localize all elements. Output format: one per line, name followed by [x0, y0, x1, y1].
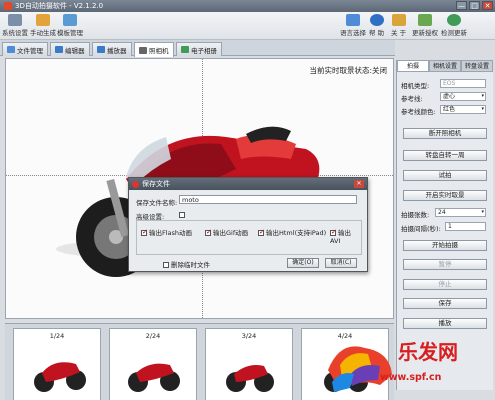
watermark-logo-icon: [328, 346, 392, 392]
tab-camera-settings[interactable]: 相机设置: [429, 60, 461, 72]
shots-count-label: 拍摄张数:: [401, 211, 430, 219]
advanced-settings-checkbox[interactable]: [179, 212, 185, 218]
hand-icon: [36, 14, 50, 26]
test-shot-button[interactable]: 试拍: [403, 170, 487, 181]
reference-color-label: 参考线颜色:: [401, 108, 436, 116]
save-file-dialog: 保存文件 ✕ 保存文件名称: moto 高级设置: 输出Flash动画 输出Gi…: [128, 177, 368, 272]
update-icon: [447, 14, 461, 26]
tab-file-manage[interactable]: 文件管理: [2, 42, 48, 56]
disconnect-camera-button[interactable]: 断开照相机: [403, 128, 487, 139]
tab-album[interactable]: 电子相册: [176, 42, 222, 56]
thumbnail-label: 3/24: [241, 332, 257, 340]
window-title: 3D自动拍摄软件 - V2.1.2.0: [15, 2, 104, 10]
option-avi[interactable]: 输出AVI: [330, 227, 361, 245]
template-manage-button[interactable]: 模板管理: [57, 14, 83, 37]
dialog-title: 保存文件: [142, 180, 170, 188]
checkbox-icon: [205, 228, 212, 236]
checkbox-icon: [258, 228, 265, 236]
interval-stepper[interactable]: 1: [445, 222, 486, 231]
checkbox-icon: [330, 228, 337, 236]
system-settings-button[interactable]: 系统设置: [2, 14, 28, 37]
about-icon: [391, 14, 406, 26]
thumbnail-image: [34, 362, 86, 392]
thumbnail-image: [226, 365, 274, 392]
chevron-down-icon: ▾: [481, 106, 484, 112]
gear-icon: [8, 14, 22, 26]
close-button[interactable]: ✕: [482, 1, 493, 10]
player-icon: [97, 46, 105, 53]
cancel-button[interactable]: 取消(C): [325, 258, 357, 268]
play-button[interactable]: 播放: [403, 318, 487, 329]
watermark-text: 乐发网: [398, 340, 458, 364]
watermark-url: www.spf.cn: [380, 372, 442, 383]
tab-camera[interactable]: 照相机: [134, 42, 174, 57]
live-view-button[interactable]: 开启实时取景: [403, 190, 487, 201]
dialog-close-button[interactable]: ✕: [354, 180, 364, 188]
save-button[interactable]: 保存: [403, 298, 487, 309]
help-button[interactable]: 帮 助: [369, 14, 384, 37]
dialog-app-icon: [132, 180, 139, 188]
chevron-down-icon: ▾: [481, 209, 484, 215]
option-html[interactable]: 输出Html(支持iPad): [258, 227, 326, 237]
tab-turntable-settings[interactable]: 转盘设置: [461, 60, 493, 72]
filename-label: 保存文件名称:: [136, 199, 178, 207]
option-flash[interactable]: 输出Flash动画: [141, 227, 192, 237]
reference-color-select[interactable]: 红色 ▾: [440, 105, 486, 114]
maximize-button[interactable]: □: [469, 1, 480, 10]
option-gif[interactable]: 输出Gif动画: [205, 227, 248, 237]
camera-type-label: 相机类型:: [401, 82, 430, 90]
delete-temp-option[interactable]: 删除临时文件: [163, 259, 210, 269]
checkbox-icon: [163, 262, 169, 268]
editor-icon: [55, 46, 63, 53]
folder-icon: [7, 46, 15, 53]
shots-count-select[interactable]: 24 ▾: [435, 208, 486, 217]
template-icon: [63, 14, 77, 26]
help-icon: [369, 14, 384, 26]
module-tabs: 文件管理 编辑器 播放器 照相机 电子相册: [0, 40, 395, 57]
interval-label: 拍摄间隔(秒):: [401, 225, 441, 233]
control-panel-tabs: 拍摄 相机设置 转盘设置: [397, 60, 493, 72]
about-button[interactable]: 关 于: [391, 14, 406, 37]
camera-icon: [139, 46, 147, 54]
update-button[interactable]: 检测更新: [441, 14, 467, 37]
filename-input[interactable]: moto: [179, 195, 357, 204]
chevron-down-icon: ▾: [481, 93, 484, 99]
ok-button[interactable]: 确定(O): [287, 258, 319, 268]
main-toolbar: 系统设置 手动生成 模板管理 语言选择 帮 助 关 于 更新授权 检测更新: [0, 12, 495, 40]
license-icon: [418, 14, 432, 26]
stop-button[interactable]: 停止: [403, 279, 487, 290]
language-icon: [346, 14, 360, 26]
start-shooting-button[interactable]: 开始拍摄: [403, 240, 487, 251]
reference-line-select[interactable]: 虚心 ▾: [440, 92, 486, 101]
minimize-button[interactable]: —: [456, 1, 467, 10]
license-button[interactable]: 更新授权: [412, 14, 438, 37]
reference-line-label: 参考线:: [401, 95, 423, 103]
tab-editor[interactable]: 编辑器: [50, 42, 90, 56]
pause-button[interactable]: 暂停: [403, 259, 487, 270]
album-icon: [181, 46, 189, 53]
dialog-title-bar: 保存文件 ✕: [129, 178, 367, 190]
tab-shoot[interactable]: 拍摄: [397, 60, 429, 72]
tab-player[interactable]: 播放器: [92, 42, 132, 56]
thumbnail-image: [128, 363, 180, 392]
thumbnail-label: 1/24: [49, 332, 65, 340]
language-button[interactable]: 语言选择: [340, 14, 366, 37]
output-options-group: 输出Flash动画 输出Gif动画 输出Html(支持iPad) 输出AVI: [136, 220, 362, 255]
thumbnail-2[interactable]: 2/24: [109, 328, 197, 400]
window-controls: — □ ✕: [456, 1, 493, 10]
manual-generate-button[interactable]: 手动生成: [30, 14, 56, 37]
checkbox-icon: [141, 228, 148, 236]
title-bar: 3D自动拍摄软件 - V2.1.2.0 — □ ✕: [0, 0, 495, 12]
thumbnail-3[interactable]: 3/24: [205, 328, 293, 400]
thumbnail-1[interactable]: 1/24: [13, 328, 101, 400]
watermark: 乐发网 www.spf.cn: [320, 330, 495, 400]
thumbnail-label: 2/24: [145, 332, 161, 340]
camera-type-field: EOS: [440, 79, 486, 88]
app-icon: [4, 2, 12, 10]
rotate-turntable-button[interactable]: 转盘自转一周: [403, 150, 487, 161]
